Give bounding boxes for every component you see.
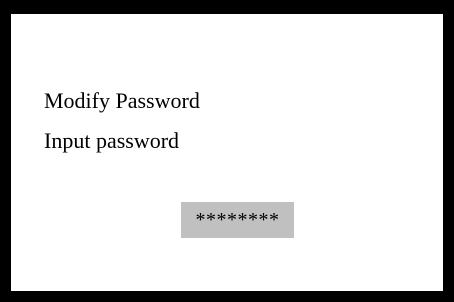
screen-frame: Modify Password Input password ********: [0, 0, 454, 302]
password-input[interactable]: ********: [181, 202, 294, 238]
screen-title: Modify Password: [44, 88, 200, 113]
password-prompt-label: Input password: [44, 128, 180, 153]
